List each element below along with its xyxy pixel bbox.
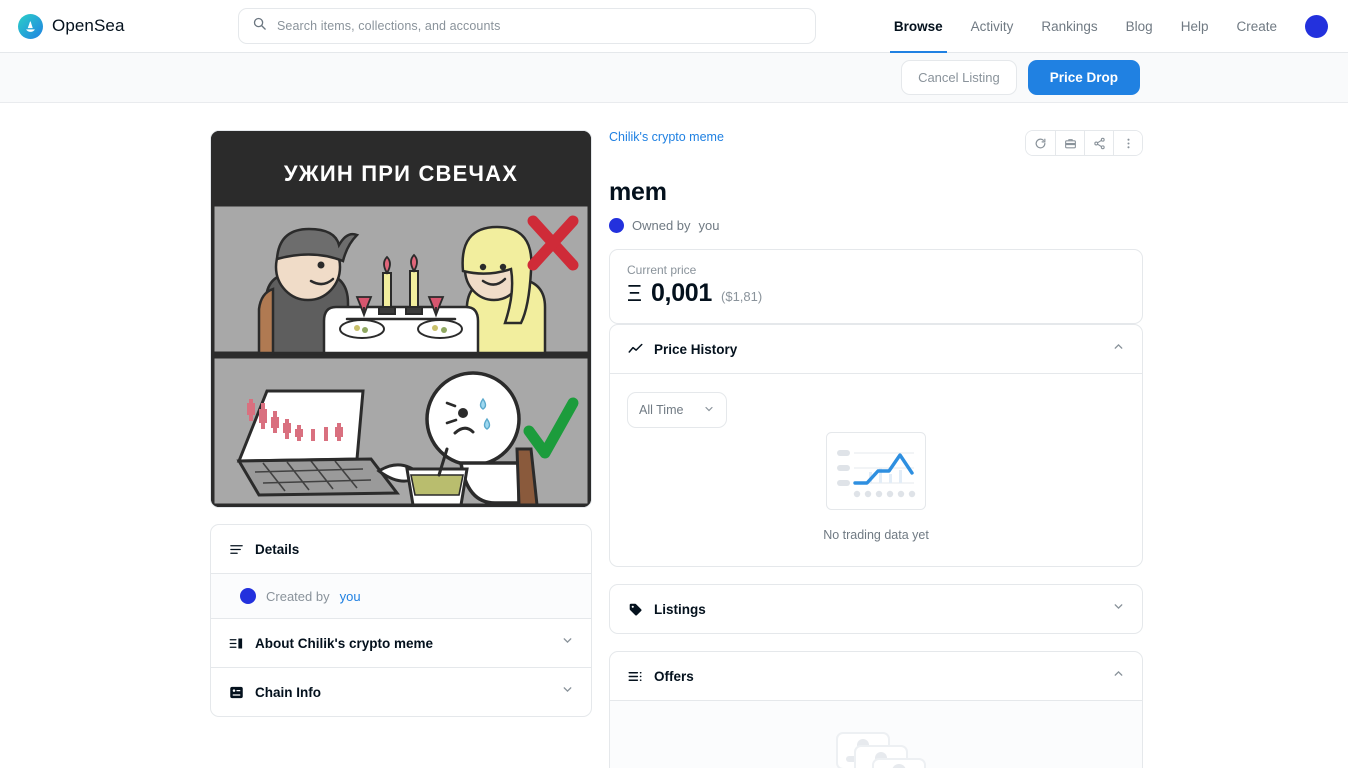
nav-links: Browse Activity Rankings Blog Help Creat… — [889, 0, 1348, 53]
current-price-usd: ($1,81) — [721, 289, 763, 304]
offers-header[interactable]: Offers — [610, 652, 1142, 700]
chevron-down-icon — [703, 403, 715, 418]
creator-avatar-icon — [240, 588, 256, 604]
chart-placeholder-icon — [826, 432, 926, 515]
collection-link[interactable]: Chilik's crypto meme — [609, 130, 724, 144]
listings-title: Listings — [654, 601, 706, 617]
nav-link-blog[interactable]: Blog — [1126, 0, 1153, 53]
chevron-up-icon[interactable] — [1112, 340, 1125, 358]
offers-empty-state — [610, 700, 1142, 768]
chain-info-icon — [228, 684, 244, 700]
brand-home-link[interactable]: OpenSea — [0, 13, 220, 39]
more-options-button[interactable] — [1113, 131, 1142, 155]
price-drop-button[interactable]: Price Drop — [1027, 60, 1140, 95]
opensea-boat-logo-icon — [18, 13, 43, 39]
right-column: Chilik's crypto meme mem Owned by you Cu… — [609, 130, 1143, 768]
page-title: mem — [609, 178, 667, 206]
current-price-amount: 0,001 — [650, 279, 713, 307]
about-collection-header[interactable]: About Chilik's crypto meme — [211, 619, 591, 667]
current-price-value-row: Ξ 0,001 ($1,81) — [627, 281, 1125, 306]
chevron-down-icon[interactable] — [561, 683, 574, 701]
about-panel-icon — [228, 635, 244, 651]
chevron-down-icon[interactable] — [1112, 600, 1125, 618]
nav-link-create[interactable]: Create — [1236, 0, 1277, 53]
price-history-card: Price History All Time No trading data y… — [609, 324, 1143, 567]
ethereum-symbol-icon: Ξ — [627, 280, 642, 306]
price-history-body: All Time No trading data yet — [610, 373, 1142, 566]
account-avatar-icon[interactable] — [1305, 14, 1328, 38]
list-bullet-icon — [627, 668, 643, 684]
listings-card: Listings — [609, 584, 1143, 634]
list-lines-icon — [228, 541, 244, 557]
time-range-select[interactable]: All Time — [627, 392, 727, 428]
time-range-value: All Time — [639, 403, 684, 417]
stacked-cards-icon — [821, 723, 931, 768]
nav-link-help[interactable]: Help — [1181, 0, 1209, 53]
nav-link-rankings[interactable]: Rankings — [1041, 0, 1097, 53]
view-media-button[interactable] — [1055, 131, 1084, 155]
item-page: УЖИН ПРИ СВЕЧАХ Details Created by you A… — [0, 103, 1348, 768]
item-action-icons — [1025, 130, 1143, 156]
chevron-up-icon[interactable] — [1112, 667, 1125, 685]
current-price-label: Current price — [627, 263, 697, 277]
share-button[interactable] — [1084, 131, 1113, 155]
cancel-listing-button[interactable]: Cancel Listing — [901, 60, 1017, 95]
search-icon — [252, 16, 267, 36]
search-placeholder: Search items, collections, and accounts — [277, 19, 501, 33]
details-title: Details — [255, 541, 300, 557]
offers-title: Offers — [654, 668, 694, 684]
listings-header[interactable]: Listings — [610, 585, 1142, 633]
offers-card: Offers — [609, 651, 1143, 768]
details-body: Created by you — [211, 573, 591, 618]
left-column: УЖИН ПРИ СВЕЧАХ Details Created by you A… — [210, 130, 592, 768]
creator-link[interactable]: you — [340, 589, 361, 604]
refresh-metadata-button[interactable] — [1026, 131, 1055, 155]
about-collection-title: About Chilik's crypto meme — [255, 635, 433, 651]
price-history-header[interactable]: Price History — [610, 325, 1142, 373]
line-chart-icon — [627, 341, 643, 357]
chain-info-title: Chain Info — [255, 684, 321, 700]
nav-link-activity[interactable]: Activity — [971, 0, 1014, 53]
details-header[interactable]: Details — [211, 525, 591, 573]
svg-text:УЖИН ПРИ СВЕЧАХ: УЖИН ПРИ СВЕЧАХ — [284, 161, 518, 186]
owner-row: Owned by you — [609, 218, 1143, 233]
listing-action-bar: Cancel Listing Price Drop — [0, 53, 1348, 103]
chevron-down-icon[interactable] — [561, 634, 574, 652]
search-container: Search items, collections, and accounts — [238, 8, 816, 44]
search-input[interactable]: Search items, collections, and accounts — [238, 8, 816, 44]
nft-artwork[interactable]: УЖИН ПРИ СВЕЧАХ — [210, 130, 592, 508]
details-card: Details Created by you About Chilik's cr… — [210, 524, 592, 717]
creator-row: Created by you — [228, 588, 574, 604]
owner-avatar-icon — [609, 218, 624, 233]
chain-info-header[interactable]: Chain Info — [211, 668, 591, 716]
owner-label: Owned by — [632, 218, 691, 233]
owner-link[interactable]: you — [699, 218, 720, 233]
current-price-card: Current price Ξ 0,001 ($1,81) — [609, 249, 1143, 324]
price-history-title: Price History — [654, 341, 738, 357]
item-header: Chilik's crypto meme — [609, 130, 1143, 156]
creator-label: Created by — [266, 588, 330, 604]
brand-name: OpenSea — [52, 16, 125, 35]
tag-icon — [627, 601, 643, 617]
nav-link-browse[interactable]: Browse — [889, 0, 947, 53]
top-navigation-bar: OpenSea Search items, collections, and a… — [0, 0, 1348, 53]
price-history-empty-text: No trading data yet — [823, 528, 929, 542]
price-history-empty-state: No trading data yet — [627, 432, 1125, 542]
